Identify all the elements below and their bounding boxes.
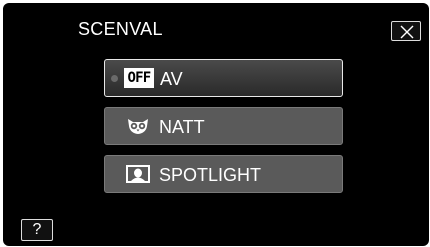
camera-screen: SCENVAL OFF AV NATT SPOTLIGHT ? [0, 0, 430, 247]
option-label: NATT [159, 117, 205, 137]
help-button[interactable]: ? [21, 219, 53, 241]
option-label: SPOTLIGHT [159, 165, 262, 185]
menu-title: SCENVAL [78, 19, 163, 39]
close-button[interactable] [391, 21, 421, 41]
close-icon [400, 25, 414, 39]
option-av[interactable]: OFF AV [104, 59, 343, 97]
option-natt[interactable]: NATT [104, 107, 343, 145]
option-spotlight[interactable]: SPOTLIGHT [104, 155, 343, 193]
off-badge-icon: OFF [124, 68, 154, 88]
selected-indicator-dot [111, 75, 118, 82]
owl-night-icon [125, 116, 151, 141]
option-label: AV [160, 69, 183, 89]
spotlight-portrait-icon [125, 164, 151, 189]
